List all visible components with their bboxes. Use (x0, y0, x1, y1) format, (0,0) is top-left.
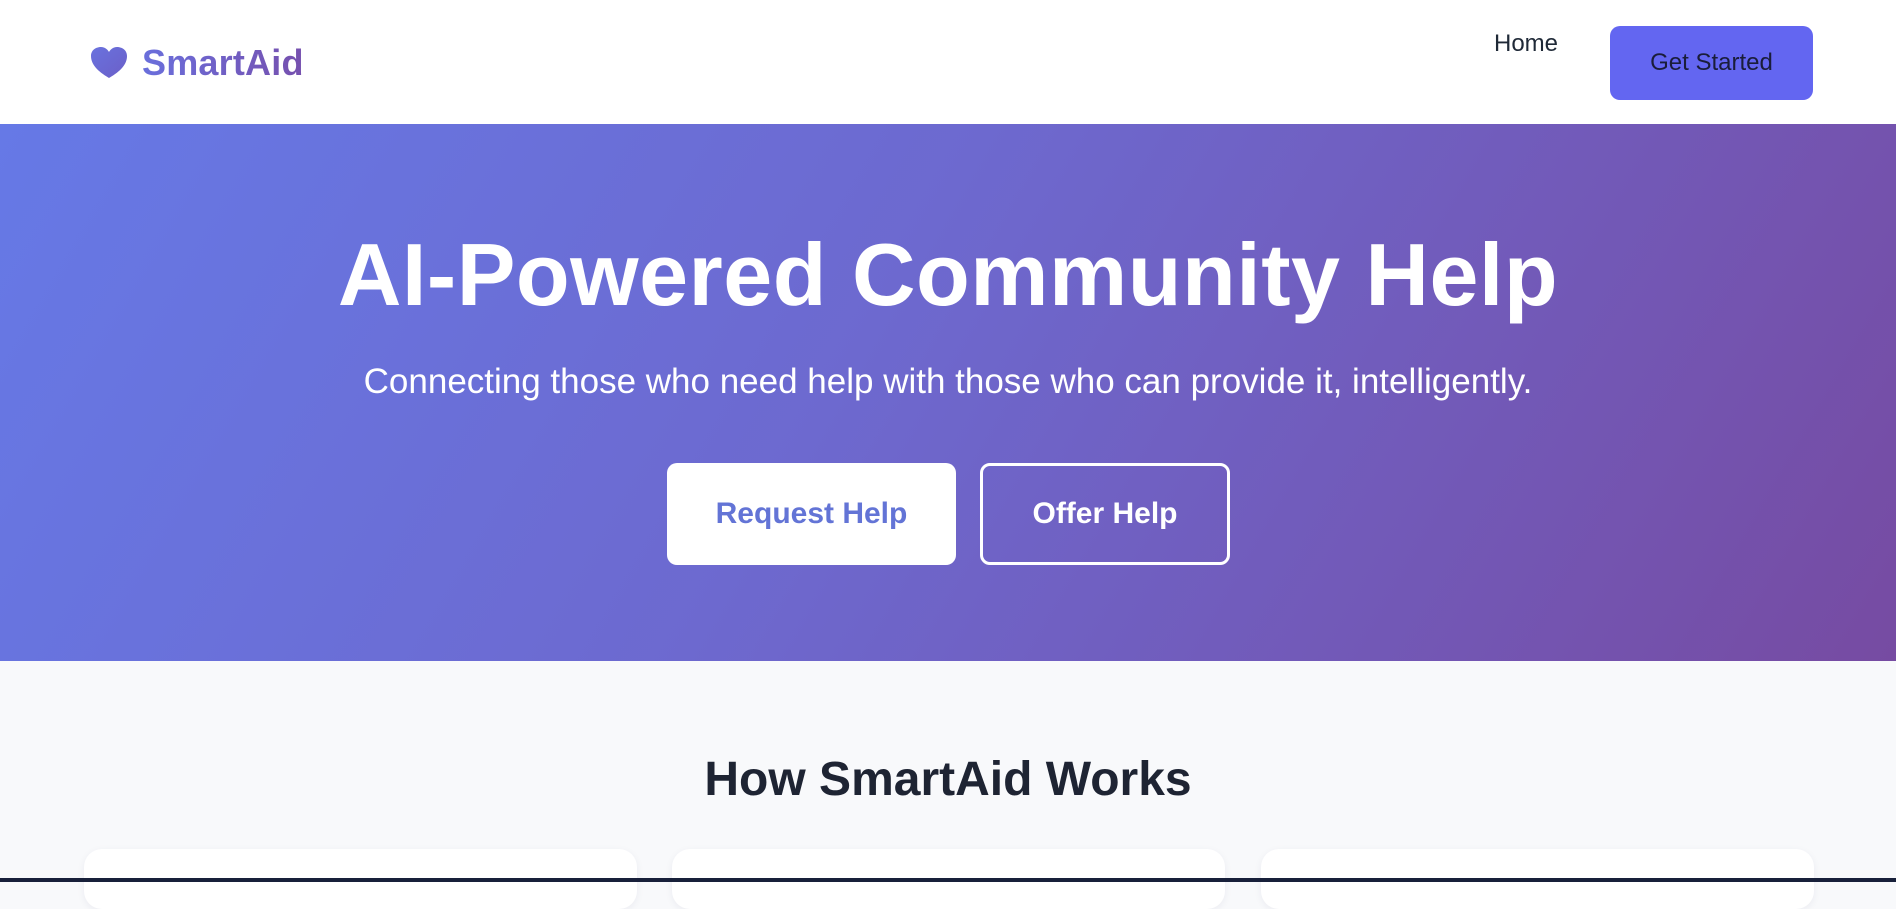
nav-link-home[interactable]: Home (1494, 30, 1558, 58)
brand-name: SmartAid (142, 42, 304, 83)
get-started-button[interactable]: Get Started (1610, 26, 1813, 100)
hero-subtitle: Connecting those who need help with thos… (363, 362, 1533, 401)
brand-logo[interactable]: SmartAid (90, 38, 304, 88)
request-help-button[interactable]: Request Help (667, 463, 956, 565)
how-it-works-title: How SmartAid Works (704, 753, 1192, 806)
navbar: SmartAid Home Get Started (0, 0, 1896, 124)
offer-help-button[interactable]: Offer Help (980, 463, 1230, 565)
bottom-border (0, 878, 1896, 882)
heart-icon (91, 47, 127, 78)
hero-title: AI-Powered Community Help (337, 225, 1559, 324)
hero-section: AI-Powered Community Help Connecting tho… (0, 124, 1896, 661)
